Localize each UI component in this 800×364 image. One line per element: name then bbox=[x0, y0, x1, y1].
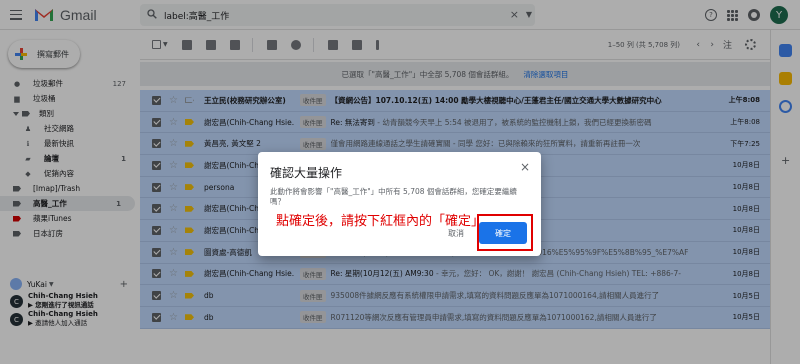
instruction-annotation: 點確定後，請按下紅框內的「確定」 bbox=[276, 214, 485, 229]
cancel-button[interactable]: 取消 bbox=[448, 228, 464, 239]
dialog-title: 確認大量操作 bbox=[270, 166, 343, 180]
dialog-message: 此動作將會影響「"高醫_工作"」中所有 5,708 個會話群組，您確定要繼續嗎？ bbox=[270, 187, 517, 206]
highlight-frame bbox=[477, 214, 533, 251]
close-icon[interactable]: × bbox=[520, 160, 530, 174]
